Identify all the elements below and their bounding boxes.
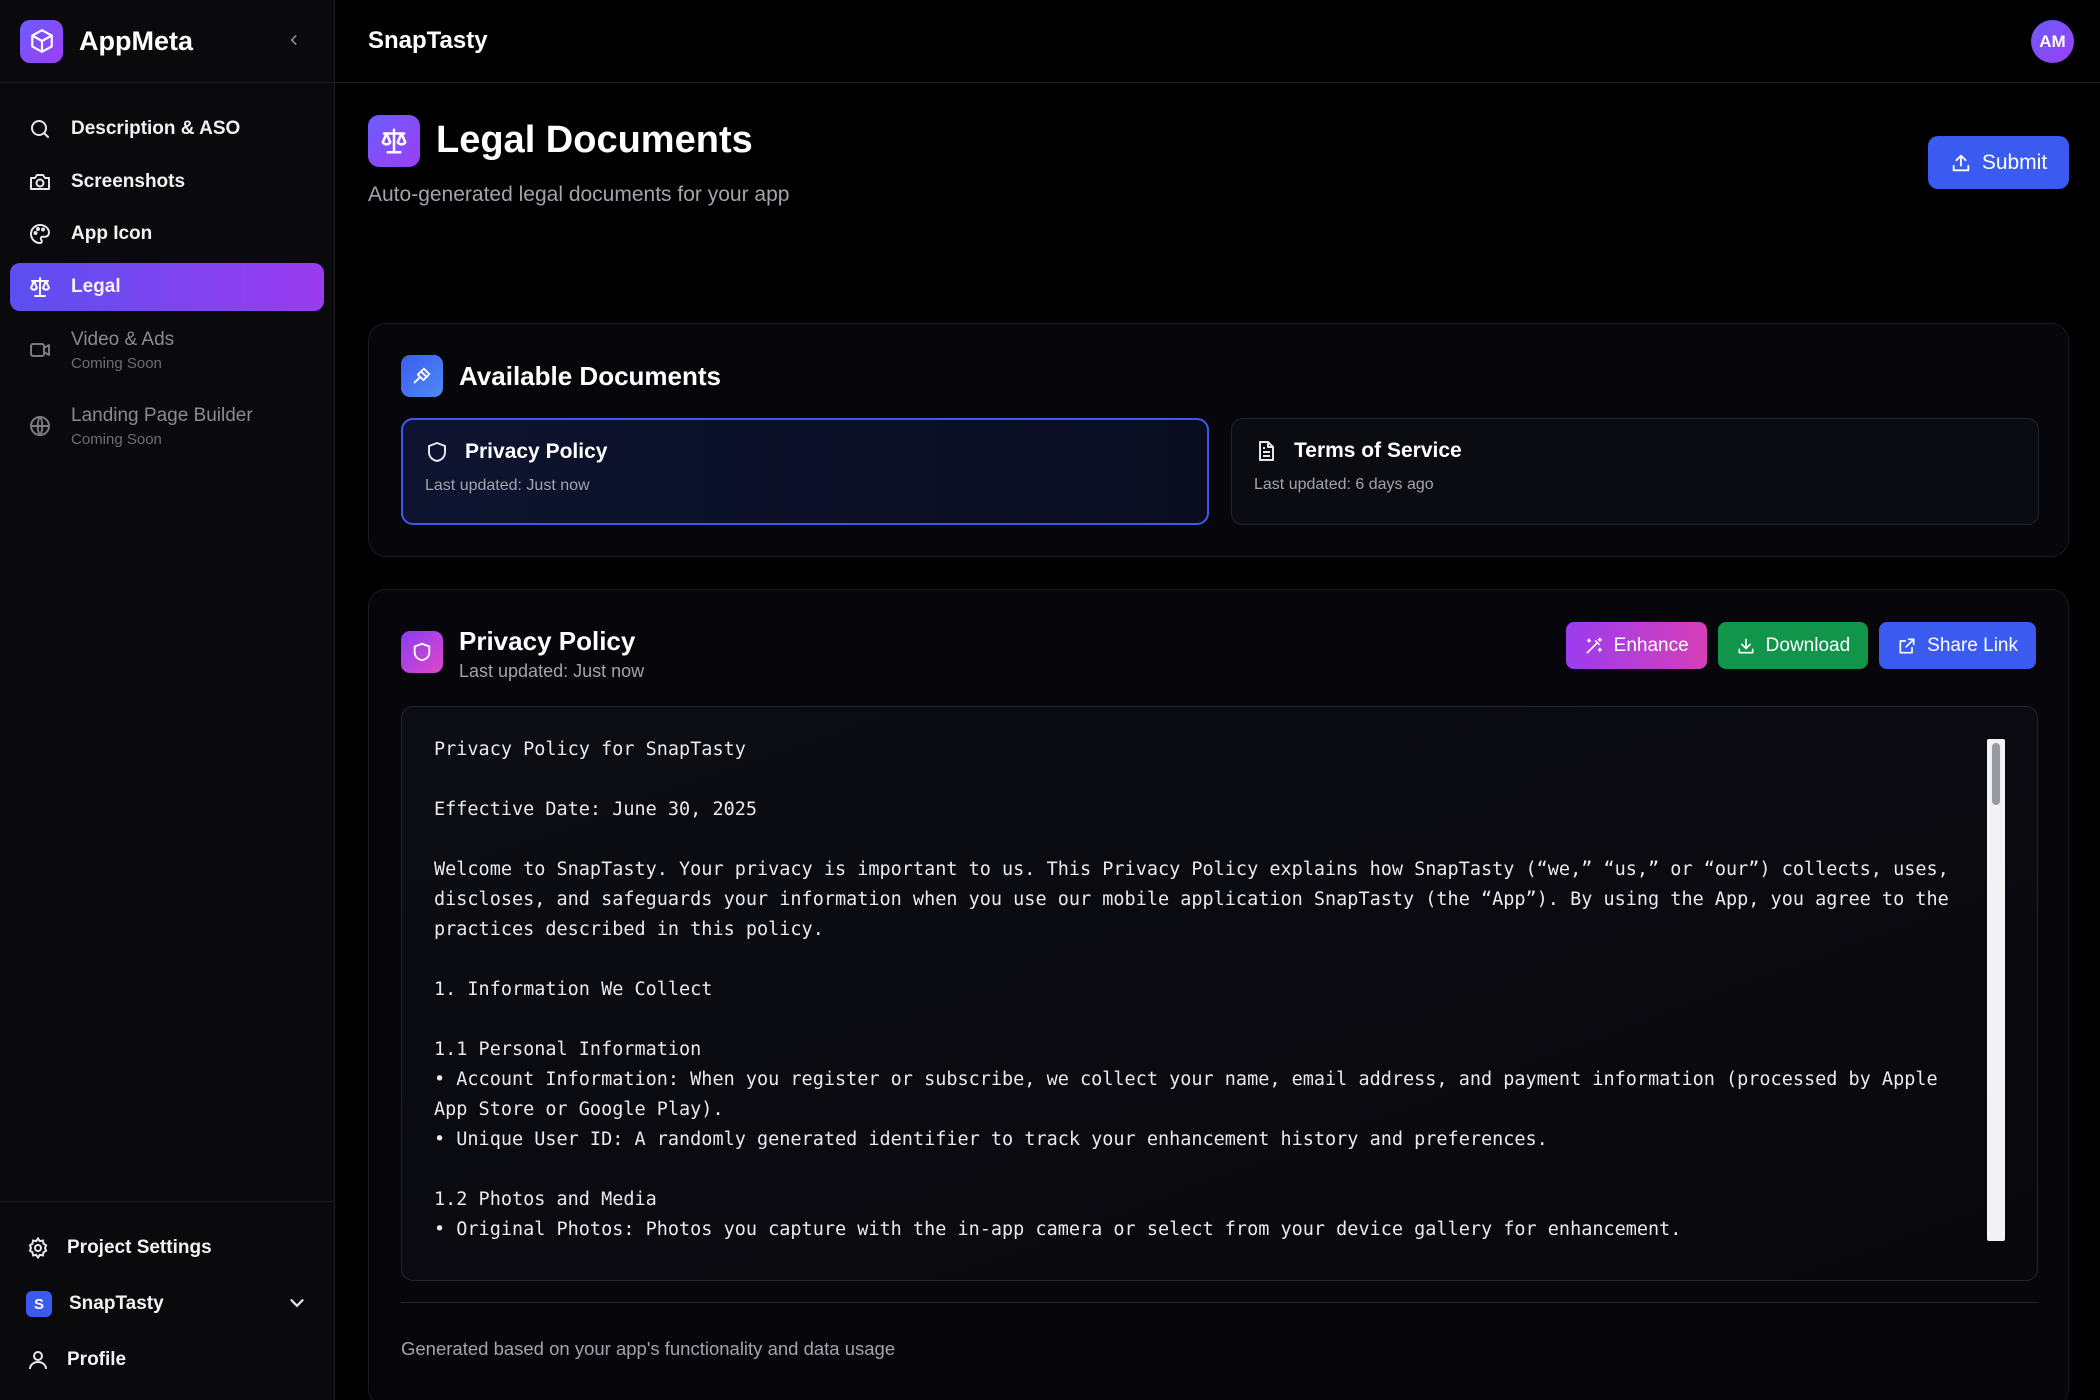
page-header: Legal Documents Auto-generated legal doc… — [368, 83, 2069, 243]
chevron-left-icon — [290, 35, 297, 45]
sidebar-item-label: App Icon — [71, 223, 153, 244]
document-card-privacy-policy[interactable]: Privacy Policy Last updated: Just now — [401, 418, 1209, 525]
camera-icon — [30, 173, 50, 190]
available-documents-title: Available Documents — [459, 360, 722, 391]
document-content-area[interactable]: Privacy Policy for SnapTasty Effective Da… — [401, 706, 2038, 1281]
document-updated: Last updated: 6 days ago — [1254, 476, 1434, 493]
page-subtitle: Auto-generated legal documents for your … — [368, 183, 790, 206]
sidebar-item-label: Video & Ads — [71, 328, 175, 350]
sidebar-item-app-icon[interactable]: App Icon — [10, 210, 324, 258]
brand-name: AppMeta — [79, 25, 193, 56]
scrollbar-thumb[interactable] — [1992, 743, 2000, 805]
document-line: • Account Information: When you register… — [434, 1069, 1949, 1120]
avatar[interactable]: AM — [2031, 20, 2074, 63]
sidebar-item-label: Screenshots — [71, 170, 186, 192]
document-list: Privacy Policy Last updated: Just now Te… — [401, 418, 2039, 525]
page-title: Legal Documents — [436, 119, 753, 161]
document-line: Privacy Policy for SnapTasty — [434, 739, 746, 760]
scale-icon — [381, 128, 407, 154]
document-line: 1. Information We Collect — [434, 979, 713, 1000]
coming-soon-label: Coming Soon — [71, 354, 162, 372]
document-viewer-card: Privacy Policy Last updated: Just now En… — [368, 589, 2069, 1400]
project-settings-link[interactable]: Project Settings — [0, 1220, 334, 1276]
coming-soon-label: Coming Soon — [71, 430, 162, 448]
file-text-icon — [1259, 441, 1274, 461]
sidebar-item-screenshots[interactable]: Screenshots — [10, 158, 324, 206]
palette-icon — [30, 223, 51, 245]
cube-icon — [30, 29, 53, 53]
document-card-terms-of-service[interactable]: Terms of Service Last updated: 6 days ag… — [1231, 418, 2039, 525]
scale-icon — [30, 276, 50, 297]
share-link-button[interactable]: Share Link — [1879, 622, 2036, 669]
user-icon — [29, 1351, 47, 1370]
download-label: Download — [1765, 634, 1851, 656]
document-scrollbar[interactable] — [1987, 739, 2005, 1241]
profile-link[interactable]: Profile — [0, 1332, 334, 1388]
project-badge: S — [26, 1291, 52, 1317]
document-line: Welcome to SnapTasty. Your privacy is im… — [434, 859, 1960, 940]
viewer-title: Privacy Policy — [459, 626, 636, 656]
search-icon — [31, 120, 49, 138]
document-text: Privacy Policy for SnapTasty Effective Da… — [434, 735, 1974, 1245]
sidebar-item-description-aso[interactable]: Description & ASO — [10, 105, 324, 153]
project-name: SnapTasty — [69, 1293, 164, 1314]
sidebar-item-label: Legal — [71, 275, 121, 297]
gear-icon — [28, 1236, 48, 1260]
submit-button[interactable]: Submit — [1928, 136, 2069, 189]
external-link-icon — [1899, 638, 1915, 653]
document-line: 1.2 Photos and Media — [434, 1189, 657, 1210]
sidebar-item-label: Landing Page Builder — [71, 404, 253, 426]
sidebar-item-landing-page-builder[interactable]: Landing Page Builder Coming Soon — [10, 391, 324, 461]
submit-label: Submit — [1981, 150, 2048, 174]
magic-wand-icon — [1586, 637, 1602, 653]
legal-page-icon — [368, 115, 420, 167]
current-app-name: SnapTasty — [368, 27, 488, 54]
document-line: • Original Photos: Photos you capture wi… — [434, 1219, 1682, 1240]
project-switcher[interactable]: S SnapTasty — [0, 1276, 334, 1332]
sidebar-nav: Description & ASO Screenshots App Icon L… — [0, 83, 334, 461]
share-link-label: Share Link — [1927, 634, 2018, 656]
divider — [401, 1302, 2038, 1303]
download-icon — [1738, 638, 1754, 653]
viewer-actions: Enhance Download Share Link — [1565, 622, 2036, 669]
topbar: SnapTasty AM — [335, 0, 2100, 83]
document-title: Privacy Policy — [465, 440, 608, 463]
sidebar-item-legal[interactable]: Legal — [10, 262, 324, 311]
globe-icon — [30, 416, 50, 436]
project-settings-label: Project Settings — [67, 1237, 212, 1258]
shield-icon — [401, 631, 443, 673]
document-line: • Unique User ID: A randomly generated i… — [434, 1129, 1548, 1150]
sidebar: AppMeta Description & ASO Screenshots Ap… — [0, 0, 335, 1400]
shield-icon — [428, 442, 446, 462]
gavel-icon — [401, 355, 443, 397]
chevron-down-icon — [290, 1299, 304, 1308]
sidebar-header: AppMeta — [0, 0, 334, 83]
document-title: Terms of Service — [1294, 439, 1462, 462]
profile-label: Profile — [67, 1349, 127, 1370]
available-documents-card: Available Documents Privacy Policy Last … — [368, 323, 2069, 557]
collapse-sidebar-button[interactable] — [282, 28, 306, 52]
enhance-label: Enhance — [1613, 634, 1689, 656]
main-content: Legal Documents Auto-generated legal doc… — [368, 83, 2069, 1400]
upload-icon — [1952, 154, 1970, 171]
download-button[interactable]: Download — [1717, 622, 1869, 669]
app-logo[interactable] — [20, 19, 63, 63]
enhance-button[interactable]: Enhance — [1565, 622, 1707, 669]
sidebar-footer: Project Settings S SnapTasty Profile — [0, 1201, 334, 1400]
generated-note: Generated based on your app's functional… — [401, 1338, 896, 1359]
document-updated: Last updated: Just now — [425, 477, 590, 494]
sidebar-item-label: Description & ASO — [71, 118, 241, 139]
viewer-updated: Last updated: Just now — [459, 661, 645, 681]
video-icon — [30, 343, 50, 357]
document-line: 1.1 Personal Information — [434, 1039, 702, 1060]
sidebar-item-video-ads[interactable]: Video & Ads Coming Soon — [10, 315, 324, 385]
document-line: Effective Date: June 30, 2025 — [434, 799, 758, 820]
